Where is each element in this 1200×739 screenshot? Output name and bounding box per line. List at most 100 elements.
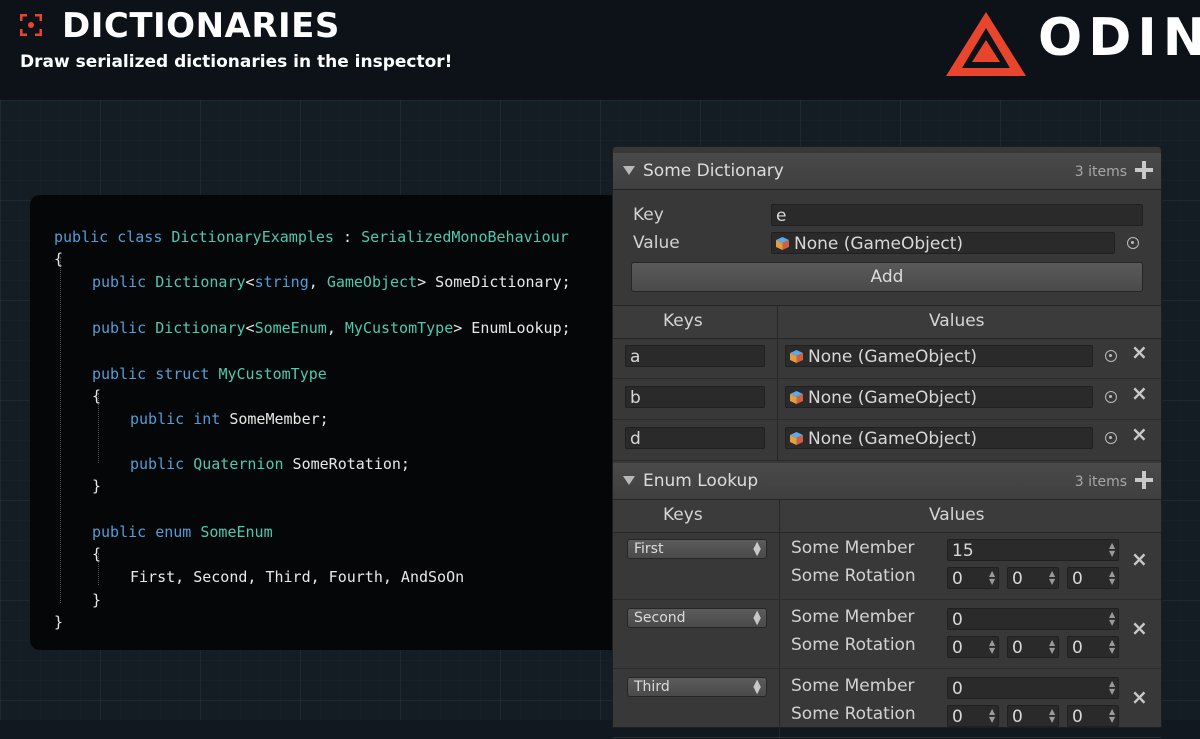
page-subtitle: Draw serialized dictionaries in the insp… xyxy=(20,52,453,72)
spinner-icon[interactable]: ▲ ▼ xyxy=(989,570,995,586)
code-token: < xyxy=(245,319,255,337)
value-object-field[interactable]: None (GameObject) xyxy=(785,386,1093,408)
enum-key-dropdown[interactable]: Second ▲ ▼ xyxy=(627,608,767,628)
some-rotation-label: Some Rotation xyxy=(791,566,916,586)
row-divider xyxy=(613,737,1161,738)
row-divider xyxy=(613,419,1161,420)
enum-key-dropdown[interactable]: Third ▲ ▼ xyxy=(627,677,767,697)
page-title: DICTIONARIES xyxy=(62,6,340,46)
value-object-field[interactable]: None (GameObject) xyxy=(785,427,1093,449)
code-token: } xyxy=(92,591,102,609)
code-token: public xyxy=(92,319,156,337)
object-picker-icon[interactable] xyxy=(1105,391,1117,403)
key-field[interactable]: a xyxy=(625,345,765,367)
code-token: public xyxy=(92,273,156,291)
foldout-arrow-icon[interactable] xyxy=(623,476,635,485)
some-member-field[interactable]: 0 xyxy=(947,677,1119,699)
cube-icon xyxy=(790,350,803,363)
key-label: Key xyxy=(633,205,664,225)
dropdown-value: Second xyxy=(634,610,686,626)
remove-icon[interactable]: × xyxy=(1131,342,1148,362)
row-divider xyxy=(613,599,1161,600)
remove-icon[interactable]: × xyxy=(1131,687,1148,707)
column-divider xyxy=(779,499,780,739)
code-token: Dictionary xyxy=(155,319,246,337)
add-button[interactable]: Add xyxy=(631,262,1143,292)
section-title: Enum Lookup xyxy=(643,471,759,491)
spinner-icon[interactable]: ▲ ▼ xyxy=(1109,542,1115,558)
item-count: 3 items xyxy=(1074,164,1127,180)
object-picker-icon[interactable] xyxy=(1105,350,1117,362)
plus-icon[interactable] xyxy=(1131,467,1157,493)
remove-icon[interactable]: × xyxy=(1131,383,1148,403)
code-line: public struct MyCustomType xyxy=(92,365,327,383)
object-picker-icon[interactable] xyxy=(1127,237,1139,249)
object-picker-icon[interactable] xyxy=(1105,432,1117,444)
code-token: } xyxy=(92,477,102,495)
remove-icon[interactable]: × xyxy=(1131,618,1148,638)
header: DICTIONARIES Draw serialized dictionarie… xyxy=(0,0,1200,100)
value-label: Value xyxy=(633,233,680,253)
value-text: None (GameObject) xyxy=(808,388,977,408)
spinner-icon[interactable]: ▲ ▼ xyxy=(1049,570,1055,586)
code-token: string xyxy=(254,273,309,291)
value-text: None (GameObject) xyxy=(808,429,977,449)
spinner-icon[interactable]: ▲ ▼ xyxy=(1109,680,1115,696)
code-line: public class DictionaryExamples : Serial… xyxy=(54,228,569,246)
code-token: MyCustomType xyxy=(218,365,327,383)
some-member-field[interactable]: 15 xyxy=(947,539,1119,561)
enum-key-dropdown[interactable]: First ▲ ▼ xyxy=(627,539,767,559)
cube-icon xyxy=(790,432,803,445)
spinner-icon[interactable]: ▲ ▼ xyxy=(1049,708,1055,724)
plus-icon[interactable] xyxy=(1131,157,1157,183)
key-field[interactable]: b xyxy=(625,386,765,408)
section-title: Some Dictionary xyxy=(643,161,784,181)
spinner-icon[interactable]: ▲ ▼ xyxy=(1109,708,1115,724)
spinner-icon[interactable]: ▲ ▼ xyxy=(989,639,995,655)
code-token: SomeEnum xyxy=(254,319,327,337)
keys-column-header: Keys xyxy=(663,311,703,331)
some-dictionary-header[interactable]: Some Dictionary 3 items xyxy=(613,153,1161,190)
code-token: > SomeDictionary; xyxy=(417,273,571,291)
value-object-field[interactable]: None (GameObject) xyxy=(785,345,1093,367)
spinner-icon[interactable]: ▲ ▼ xyxy=(1109,570,1115,586)
code-line: } xyxy=(92,477,101,495)
inspector-panel: Some Dictionary 3 items Key e Value None… xyxy=(612,146,1162,739)
chevron-updown-icon: ▲ ▼ xyxy=(753,678,761,696)
table-header: Keys Values xyxy=(613,305,1161,339)
remove-icon[interactable]: × xyxy=(1131,549,1148,569)
remove-icon[interactable]: × xyxy=(1131,424,1148,444)
code-line: First, Second, Third, Fourth, AndSoOn xyxy=(130,568,464,586)
key-field[interactable]: d xyxy=(625,427,765,449)
row-divider xyxy=(613,668,1161,669)
code-panel: public class DictionaryExamples : Serial… xyxy=(30,195,630,650)
spinner-icon[interactable]: ▲ ▼ xyxy=(1049,639,1055,655)
some-member-label: Some Member xyxy=(791,538,915,558)
code-line: } xyxy=(92,591,101,609)
code-token: SerializedMonoBehaviour xyxy=(361,228,569,246)
code-token: public int xyxy=(130,410,230,428)
code-token: , xyxy=(308,273,327,291)
code-token: > EnumLookup; xyxy=(453,319,571,337)
code-token: < xyxy=(245,273,255,291)
foldout-arrow-icon[interactable] xyxy=(623,166,635,175)
spinner-icon[interactable]: ▲ ▼ xyxy=(1109,611,1115,627)
odin-logo-icon xyxy=(946,12,1026,76)
spinner-icon[interactable]: ▲ ▼ xyxy=(989,708,995,724)
spinner-icon[interactable]: ▲ ▼ xyxy=(1109,639,1115,655)
value-object-field[interactable]: None (GameObject) xyxy=(771,232,1115,254)
code-token: : xyxy=(333,228,362,246)
value-text: None (GameObject) xyxy=(808,347,977,367)
some-member-field[interactable]: 0 xyxy=(947,608,1119,630)
key-input[interactable]: e xyxy=(771,204,1143,226)
enum-lookup-header[interactable]: Enum Lookup 3 items xyxy=(613,463,1161,500)
code-token: { xyxy=(54,250,64,268)
code-token: SomeRotation; xyxy=(283,455,410,473)
keys-column-header: Keys xyxy=(663,505,703,525)
code-token: Quaternion xyxy=(193,455,284,473)
logo-text: ODIN xyxy=(1038,8,1200,68)
chevron-updown-icon: ▲ ▼ xyxy=(753,540,761,558)
code-token: public enum xyxy=(92,523,201,541)
values-column-header: Values xyxy=(929,505,985,525)
code-line: public Dictionary<SomeEnum, MyCustomType… xyxy=(92,319,571,337)
